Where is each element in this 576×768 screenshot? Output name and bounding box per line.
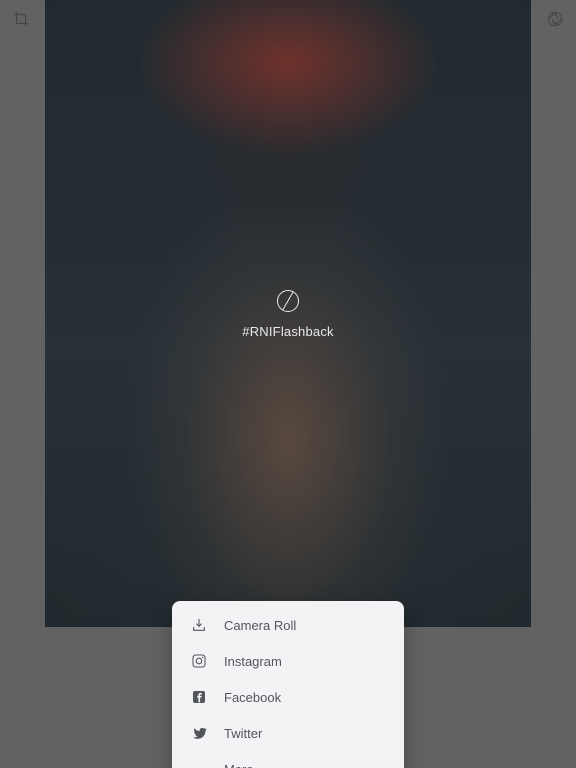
- twitter-icon: [190, 724, 208, 742]
- no-symbol-icon: [277, 290, 299, 312]
- share-item-label: Camera Roll: [224, 618, 296, 633]
- share-item-label: Facebook: [224, 690, 281, 705]
- share-item-label: More: [224, 762, 254, 768]
- download-icon: [190, 616, 208, 634]
- share-item-label: Twitter: [224, 726, 262, 741]
- instagram-icon: [190, 652, 208, 670]
- crop-icon: [12, 10, 30, 33]
- share-facebook[interactable]: Facebook: [190, 679, 386, 715]
- hashtag-label: #RNIFlashback: [242, 324, 333, 339]
- facebook-icon: [190, 688, 208, 706]
- share-more[interactable]: More: [190, 751, 386, 768]
- share-instagram[interactable]: Instagram: [190, 643, 386, 679]
- app-root: #RNIFlashback Camera Roll Instagram: [0, 0, 576, 768]
- center-overlay: #RNIFlashback: [0, 290, 576, 339]
- more-icon: [190, 760, 208, 768]
- share-twitter[interactable]: Twitter: [190, 715, 386, 751]
- share-sheet: Camera Roll Instagram Facebook: [172, 601, 404, 768]
- share-item-label: Instagram: [224, 654, 282, 669]
- aperture-icon: [546, 10, 564, 33]
- share-camera-roll[interactable]: Camera Roll: [190, 607, 386, 643]
- aperture-button[interactable]: [546, 12, 564, 30]
- crop-button[interactable]: [12, 12, 30, 30]
